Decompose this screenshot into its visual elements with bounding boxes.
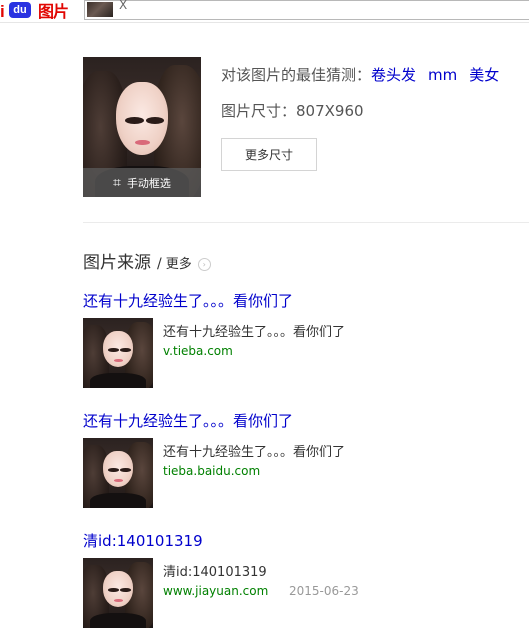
source-item: 还有十九经验生了。。。看你们了 还有十九经验生了。。。看你们了 tieba.ba… xyxy=(83,410,529,520)
crop-label: 手动框选 xyxy=(126,176,171,190)
source-description: 清id:140101319 xyxy=(163,565,267,580)
query-image-thumbnail xyxy=(87,2,113,17)
close-icon[interactable]: X xyxy=(119,0,127,12)
source-item: 还有十九经验生了。。。看你们了 还有十九经验生了。。。看你们了 v.tieba.… xyxy=(83,290,529,400)
source-url[interactable]: tieba.baidu.com xyxy=(163,464,260,478)
section-divider xyxy=(83,222,529,223)
chevron-right-circle-icon[interactable]: › xyxy=(197,258,211,271)
query-image[interactable]: ⌗ 手动框选 xyxy=(83,57,201,197)
top-search-bar: i du 图片 X xyxy=(0,0,529,23)
source-thumbnail[interactable] xyxy=(83,438,153,508)
source-title-link[interactable]: 清id:140101319 xyxy=(83,530,203,551)
logo-text: 图片 xyxy=(38,2,69,21)
guess-tag-link[interactable]: 美女 xyxy=(469,66,499,84)
best-guess-label: 对该图片的最佳猜测： xyxy=(221,66,372,84)
source-title-link[interactable]: 还有十九经验生了。。。看你们了 xyxy=(83,290,293,311)
source-date: 2015-06-23 xyxy=(289,584,359,598)
source-description: 还有十九经验生了。。。看你们了 xyxy=(163,445,346,460)
best-guess: 对该图片的最佳猜测：卷头发 mm 美女 xyxy=(221,64,511,85)
sources-title: 图片来源 xyxy=(83,253,151,273)
baidu-image-logo[interactable]: i du 图片 xyxy=(0,0,69,21)
source-url[interactable]: v.tieba.com xyxy=(163,344,233,358)
source-thumbnail[interactable] xyxy=(83,318,153,388)
source-url[interactable]: www.jiayuan.com xyxy=(163,584,268,598)
sources-header: 图片来源 / 更多 › xyxy=(83,248,211,273)
baidu-paw-icon: i du xyxy=(0,1,36,21)
source-thumbnail[interactable] xyxy=(83,558,153,628)
source-description: 还有十九经验生了。。。看你们了 xyxy=(163,325,346,340)
source-item: 清id:140101319 清id:140101319 www.jiayuan.… xyxy=(83,530,529,640)
sources-more-link[interactable]: 更多 xyxy=(166,253,192,272)
guess-tag-link[interactable]: mm xyxy=(428,66,457,84)
more-sizes-button[interactable]: 更多尺寸 xyxy=(221,138,317,171)
crop-icon: ⌗ xyxy=(113,174,121,191)
image-size: 图片尺寸：807X960 xyxy=(221,102,364,120)
manual-crop-button[interactable]: ⌗ 手动框选 xyxy=(83,168,201,197)
sources-separator: / xyxy=(157,256,162,272)
source-title-link[interactable]: 还有十九经验生了。。。看你们了 xyxy=(83,410,293,431)
search-box[interactable]: X xyxy=(84,0,529,20)
guess-tag-link[interactable]: 卷头发 xyxy=(371,66,416,84)
